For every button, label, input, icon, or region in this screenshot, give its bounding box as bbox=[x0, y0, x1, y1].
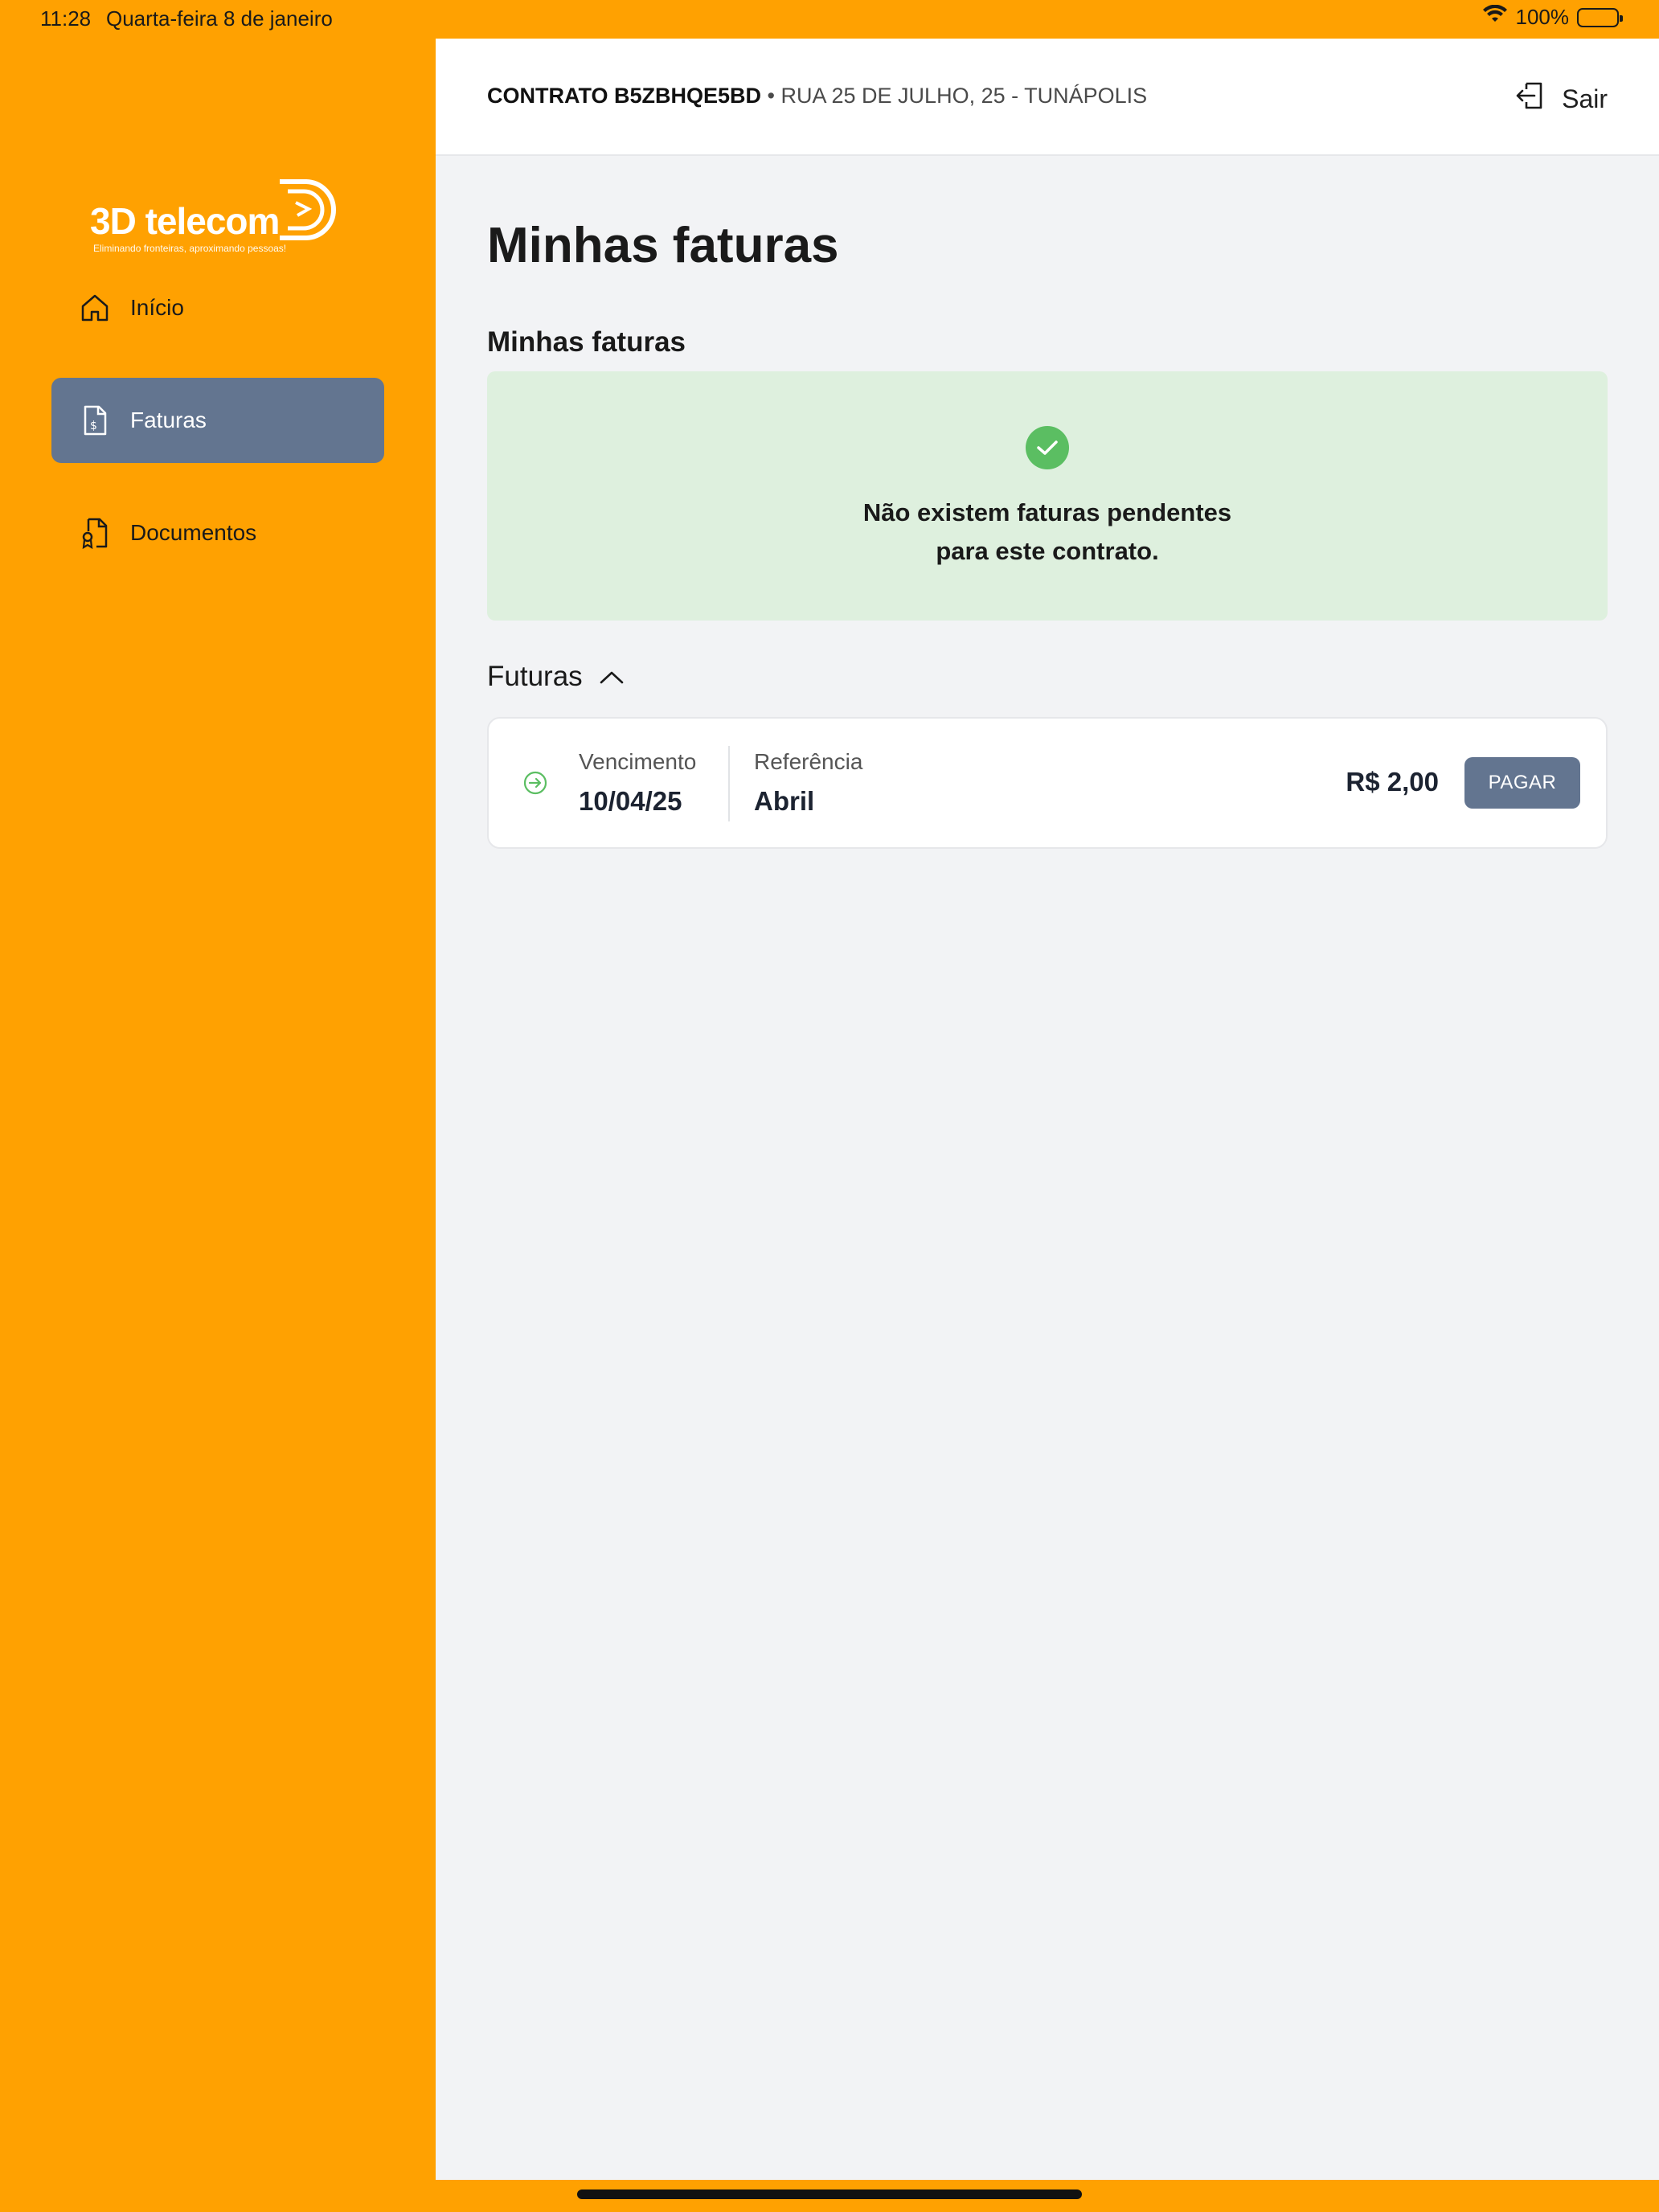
invoice-reference: Referência Abril bbox=[754, 749, 862, 817]
chevron-up-icon bbox=[599, 661, 625, 693]
top-header: CONTRATO B5ZBHQE5BD • RUA 25 DE JULHO, 2… bbox=[436, 39, 1659, 156]
battery-percent: 100% bbox=[1515, 5, 1570, 29]
invoice-divider bbox=[728, 746, 730, 821]
futuras-toggle[interactable]: Futuras bbox=[487, 661, 625, 693]
sidebar-item-inicio[interactable]: Início bbox=[51, 265, 384, 350]
sidebar-item-label: Faturas bbox=[130, 408, 207, 432]
status-date: Quarta-feira 8 de janeiro bbox=[106, 6, 333, 31]
empty-state-message: Não existem faturas pendentes para este … bbox=[487, 494, 1608, 571]
sidebar-item-label: Início bbox=[130, 295, 184, 320]
logo: 3D telecom Eliminando fronteiras, aproxi… bbox=[90, 140, 347, 254]
sidebar-item-label: Documentos bbox=[130, 520, 257, 545]
sidebar: 3D telecom Eliminando fronteiras, aproxi… bbox=[0, 39, 436, 2177]
contract-label: CONTRATO B5ZBHQE5BD bbox=[487, 84, 762, 108]
app-screen: 11:28 Quarta-feira 8 de janeiro 100% 3D … bbox=[0, 0, 1659, 2212]
invoice-amount: R$ 2,00 bbox=[1346, 767, 1439, 797]
logout-label: Sair bbox=[1562, 84, 1608, 113]
page-title: Minhas faturas bbox=[487, 218, 839, 273]
status-bar: 11:28 Quarta-feira 8 de janeiro 100% bbox=[0, 0, 1659, 39]
empty-message-line2: para este contrato. bbox=[936, 537, 1159, 565]
empty-state-box: Não existem faturas pendentes para este … bbox=[487, 371, 1608, 621]
contract-info: CONTRATO B5ZBHQE5BD • RUA 25 DE JULHO, 2… bbox=[487, 84, 1147, 109]
check-icon bbox=[1026, 426, 1069, 469]
logout-icon bbox=[1514, 79, 1547, 119]
logo-tagline: Eliminando fronteiras, aproximando pesso… bbox=[93, 243, 287, 254]
sidebar-item-documentos[interactable]: Documentos bbox=[51, 490, 384, 576]
pay-button[interactable]: PAGAR bbox=[1464, 757, 1580, 809]
sidebar-item-faturas[interactable]: $ Faturas bbox=[51, 378, 384, 463]
invoice-due: Vencimento 10/04/25 bbox=[579, 749, 696, 817]
wifi-icon bbox=[1482, 4, 1508, 30]
home-indicator[interactable] bbox=[577, 2189, 1082, 2199]
futuras-label: Futuras bbox=[487, 661, 583, 692]
logo-brand: 3D telecom bbox=[90, 200, 280, 242]
status-time: 11:28 bbox=[40, 6, 92, 31]
invoice-icon: $ bbox=[79, 404, 111, 436]
due-date: 10/04/25 bbox=[579, 786, 682, 816]
main-content: CONTRATO B5ZBHQE5BD • RUA 25 DE JULHO, 2… bbox=[436, 39, 1659, 2180]
status-indicators: 100% bbox=[1482, 4, 1623, 30]
logout-button[interactable]: Sair bbox=[1514, 79, 1608, 119]
arrow-right-circle-icon bbox=[522, 770, 548, 800]
contract-address: RUA 25 DE JULHO, 25 - TUNÁPOLIS bbox=[780, 84, 1148, 108]
reference-value: Abril bbox=[754, 786, 815, 816]
svg-text:$: $ bbox=[90, 420, 97, 432]
invoice-card: Vencimento 10/04/25 Referência Abril R$ … bbox=[487, 717, 1608, 849]
section-title: Minhas faturas bbox=[487, 326, 686, 358]
empty-message-line1: Não existem faturas pendentes bbox=[862, 498, 1232, 526]
battery-icon bbox=[1577, 7, 1623, 27]
due-label: Vencimento bbox=[579, 749, 697, 774]
logo-d-mark-icon bbox=[280, 179, 336, 240]
reference-label: Referência bbox=[754, 749, 863, 774]
contract-separator: • bbox=[761, 84, 781, 108]
document-icon bbox=[79, 517, 111, 549]
home-icon bbox=[79, 292, 111, 324]
